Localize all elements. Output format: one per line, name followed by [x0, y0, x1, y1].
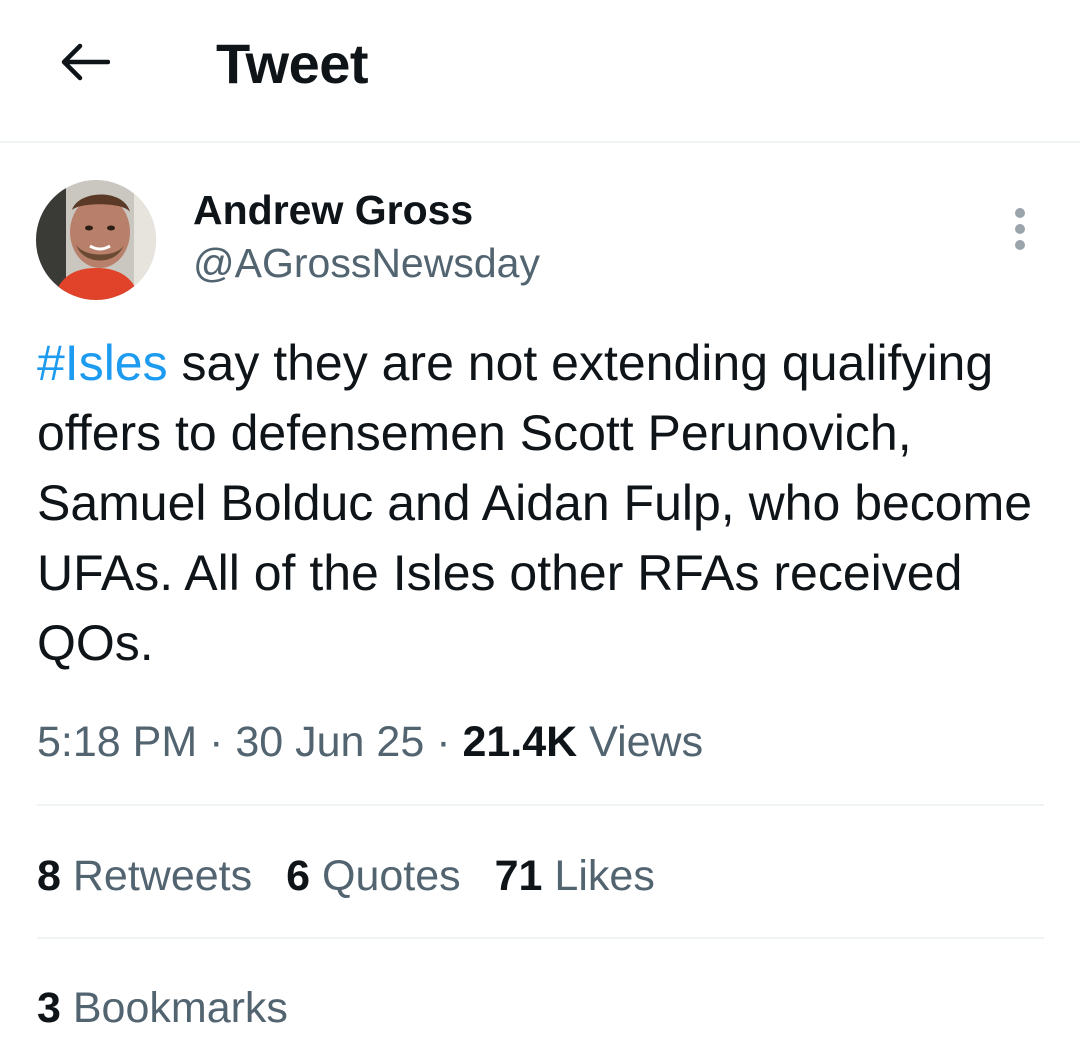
tweet-text: #Isles say they are not extending qualif… [37, 328, 1047, 678]
tweet-body: say they are not extending qualifying of… [37, 335, 1033, 671]
engagement-stats: 8 Retweets 6 Quotes 71 Likes [37, 846, 689, 906]
tweet-time[interactable]: 5:18 PM [37, 718, 197, 766]
tweet-meta: 5:18 PM · 30 Jun 25 · 21.4K Views [37, 712, 703, 772]
more-vertical-icon [1015, 208, 1025, 218]
page-title: Tweet [216, 32, 369, 95]
bookmarks-label: Bookmarks [60, 984, 288, 1032]
likes-label: Likes [542, 852, 655, 900]
views-count: 21.4K [462, 718, 578, 766]
avatar[interactable] [36, 180, 156, 300]
quotes-stat[interactable]: 6 Quotes [286, 846, 461, 906]
bookmarks-count: 3 [37, 984, 61, 1032]
profile-photo [36, 180, 156, 300]
meta-separator: · [424, 718, 463, 766]
more-options-button[interactable] [1002, 204, 1038, 254]
retweets-count: 8 [37, 852, 61, 900]
meta-separator: · [197, 718, 236, 766]
author-name[interactable]: Andrew Gross [193, 186, 473, 234]
top-bar: Tweet [0, 0, 1080, 143]
quotes-count: 6 [286, 852, 311, 900]
divider [37, 937, 1044, 939]
likes-count: 71 [494, 852, 543, 900]
back-button[interactable] [44, 30, 124, 94]
likes-stat[interactable]: 71 Likes [495, 846, 655, 906]
divider [37, 804, 1044, 806]
retweets-label: Retweets [60, 852, 253, 900]
quotes-label: Quotes [310, 852, 461, 900]
views-label: Views [577, 718, 704, 766]
tweet-date[interactable]: 30 Jun 25 [235, 718, 424, 766]
author-handle[interactable]: @AGrossNewsday [193, 239, 540, 287]
arrow-left-icon [61, 43, 110, 81]
hashtag-link[interactable]: #Isles [37, 335, 168, 391]
retweets-stat[interactable]: 8 Retweets [37, 846, 252, 906]
bookmarks-stat[interactable]: 3 Bookmarks [37, 978, 288, 1038]
